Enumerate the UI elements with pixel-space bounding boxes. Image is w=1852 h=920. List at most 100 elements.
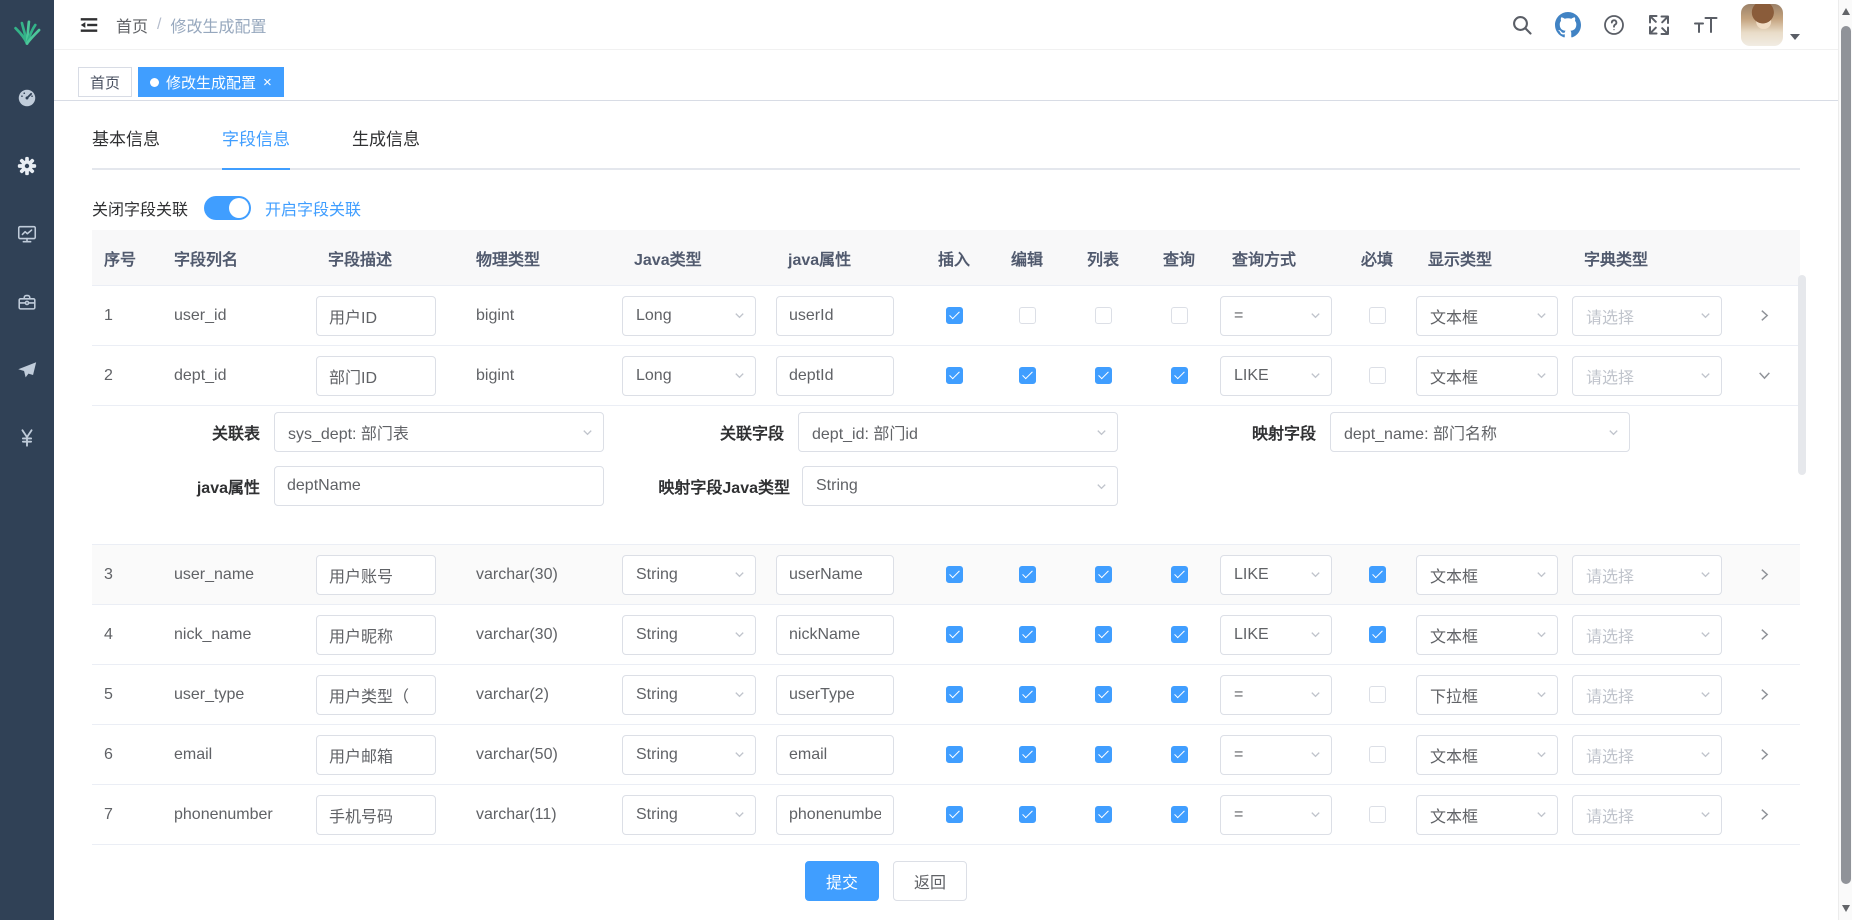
back-button[interactable]: 返回 xyxy=(893,861,967,901)
mapping-java-type-select[interactable]: String xyxy=(802,466,1118,506)
dict-type-select[interactable]: 请选择 xyxy=(1572,675,1722,715)
field-relation-switch[interactable] xyxy=(204,196,251,220)
required-checkbox[interactable] xyxy=(1369,806,1386,823)
display-type-select[interactable]: 文本框 xyxy=(1416,735,1558,775)
required-checkbox[interactable] xyxy=(1369,626,1386,643)
required-checkbox[interactable] xyxy=(1369,566,1386,583)
display-type-select[interactable]: 文本框 xyxy=(1416,296,1558,336)
breadcrumb-home[interactable]: 首页 xyxy=(116,13,148,37)
field-description-input[interactable] xyxy=(316,795,436,835)
close-tab-icon[interactable]: × xyxy=(263,75,272,90)
field-description-input[interactable] xyxy=(316,675,436,715)
sidebar-item-dashboard[interactable] xyxy=(0,64,54,132)
java-attr-input[interactable] xyxy=(776,356,894,396)
list-checkbox[interactable] xyxy=(1095,566,1112,583)
font-size-icon[interactable] xyxy=(1692,13,1720,37)
tag-current-page[interactable]: 修改生成配置 × xyxy=(138,67,284,97)
page-scrollbar-thumb[interactable] xyxy=(1841,26,1851,884)
query-checkbox[interactable] xyxy=(1171,806,1188,823)
tab-basic-info[interactable]: 基本信息 xyxy=(92,125,160,168)
query-type-select[interactable]: LIKE xyxy=(1220,356,1332,396)
query-checkbox[interactable] xyxy=(1171,566,1188,583)
field-description-input[interactable] xyxy=(316,296,436,336)
java-type-select[interactable]: String xyxy=(622,615,756,655)
dict-type-select[interactable]: 请选择 xyxy=(1572,735,1722,775)
tab-field-info[interactable]: 字段信息 xyxy=(222,125,290,168)
mapping-column-select[interactable]: dept_name: 部门名称 xyxy=(1330,412,1630,452)
list-checkbox[interactable] xyxy=(1095,307,1112,324)
list-checkbox[interactable] xyxy=(1095,746,1112,763)
sidebar-item-guide[interactable] xyxy=(0,336,54,404)
sidebar-item-tools[interactable] xyxy=(0,268,54,336)
help-icon[interactable] xyxy=(1602,13,1626,37)
insert-checkbox[interactable] xyxy=(946,307,963,324)
tag-home[interactable]: 首页 xyxy=(78,67,132,97)
field-description-input[interactable] xyxy=(316,615,436,655)
relation-table-select[interactable]: sys_dept: 部门表 xyxy=(274,412,604,452)
insert-checkbox[interactable] xyxy=(946,626,963,643)
query-type-select[interactable]: = xyxy=(1220,296,1332,336)
table-scrollbar-thumb[interactable] xyxy=(1798,275,1806,475)
required-checkbox[interactable] xyxy=(1369,686,1386,703)
java-type-select[interactable]: Long xyxy=(622,296,756,336)
edit-checkbox[interactable] xyxy=(1019,307,1036,324)
avatar[interactable] xyxy=(1741,4,1783,46)
dict-type-select[interactable]: 请选择 xyxy=(1572,555,1722,595)
list-checkbox[interactable] xyxy=(1095,806,1112,823)
page-scrollbar[interactable] xyxy=(1838,0,1852,920)
query-checkbox[interactable] xyxy=(1171,307,1188,324)
java-type-select[interactable]: String xyxy=(622,795,756,835)
java-attr-input[interactable] xyxy=(776,795,894,835)
query-type-select[interactable]: LIKE xyxy=(1220,555,1332,595)
display-type-select[interactable]: 下拉框 xyxy=(1416,675,1558,715)
display-type-select[interactable]: 文本框 xyxy=(1416,795,1558,835)
java-type-select[interactable]: String xyxy=(622,555,756,595)
display-type-select[interactable]: 文本框 xyxy=(1416,615,1558,655)
sidebar-item-pay[interactable] xyxy=(0,404,54,472)
expand-row-button[interactable] xyxy=(1757,807,1772,822)
query-checkbox[interactable] xyxy=(1171,367,1188,384)
list-checkbox[interactable] xyxy=(1095,686,1112,703)
edit-checkbox[interactable] xyxy=(1019,686,1036,703)
dict-type-select[interactable]: 请选择 xyxy=(1572,296,1722,336)
scroll-up-arrow-icon[interactable] xyxy=(1842,8,1850,15)
display-type-select[interactable]: 文本框 xyxy=(1416,356,1558,396)
edit-checkbox[interactable] xyxy=(1019,367,1036,384)
mapping-java-attr-input[interactable] xyxy=(274,466,604,506)
submit-button[interactable]: 提交 xyxy=(805,861,879,901)
edit-checkbox[interactable] xyxy=(1019,566,1036,583)
query-type-select[interactable]: = xyxy=(1220,795,1332,835)
query-type-select[interactable]: = xyxy=(1220,735,1332,775)
insert-checkbox[interactable] xyxy=(946,566,963,583)
dict-type-select[interactable]: 请选择 xyxy=(1572,615,1722,655)
java-attr-input[interactable] xyxy=(776,296,894,336)
query-type-select[interactable]: LIKE xyxy=(1220,615,1332,655)
collapse-row-button[interactable] xyxy=(1757,368,1772,383)
display-type-select[interactable]: 文本框 xyxy=(1416,555,1558,595)
java-attr-input[interactable] xyxy=(776,735,894,775)
insert-checkbox[interactable] xyxy=(946,367,963,384)
scroll-down-arrow-icon[interactable] xyxy=(1842,905,1850,912)
dict-type-select[interactable]: 请选择 xyxy=(1572,795,1722,835)
java-attr-input[interactable] xyxy=(776,555,894,595)
expand-row-button[interactable] xyxy=(1757,567,1772,582)
query-checkbox[interactable] xyxy=(1171,746,1188,763)
tab-generate-info[interactable]: 生成信息 xyxy=(352,125,420,168)
java-type-select[interactable]: String xyxy=(622,735,756,775)
app-logo[interactable] xyxy=(0,0,54,64)
edit-checkbox[interactable] xyxy=(1019,626,1036,643)
relation-column-select[interactable]: dept_id: 部门id xyxy=(798,412,1118,452)
field-description-input[interactable] xyxy=(316,356,436,396)
fullscreen-icon[interactable] xyxy=(1647,13,1671,37)
java-attr-input[interactable] xyxy=(776,615,894,655)
dict-type-select[interactable]: 请选择 xyxy=(1572,356,1722,396)
expand-row-button[interactable] xyxy=(1757,687,1772,702)
sidebar-item-system[interactable] xyxy=(0,132,54,200)
required-checkbox[interactable] xyxy=(1369,307,1386,324)
sidebar-item-monitor[interactable] xyxy=(0,200,54,268)
required-checkbox[interactable] xyxy=(1369,367,1386,384)
expand-row-button[interactable] xyxy=(1757,308,1772,323)
insert-checkbox[interactable] xyxy=(946,686,963,703)
query-checkbox[interactable] xyxy=(1171,686,1188,703)
insert-checkbox[interactable] xyxy=(946,746,963,763)
